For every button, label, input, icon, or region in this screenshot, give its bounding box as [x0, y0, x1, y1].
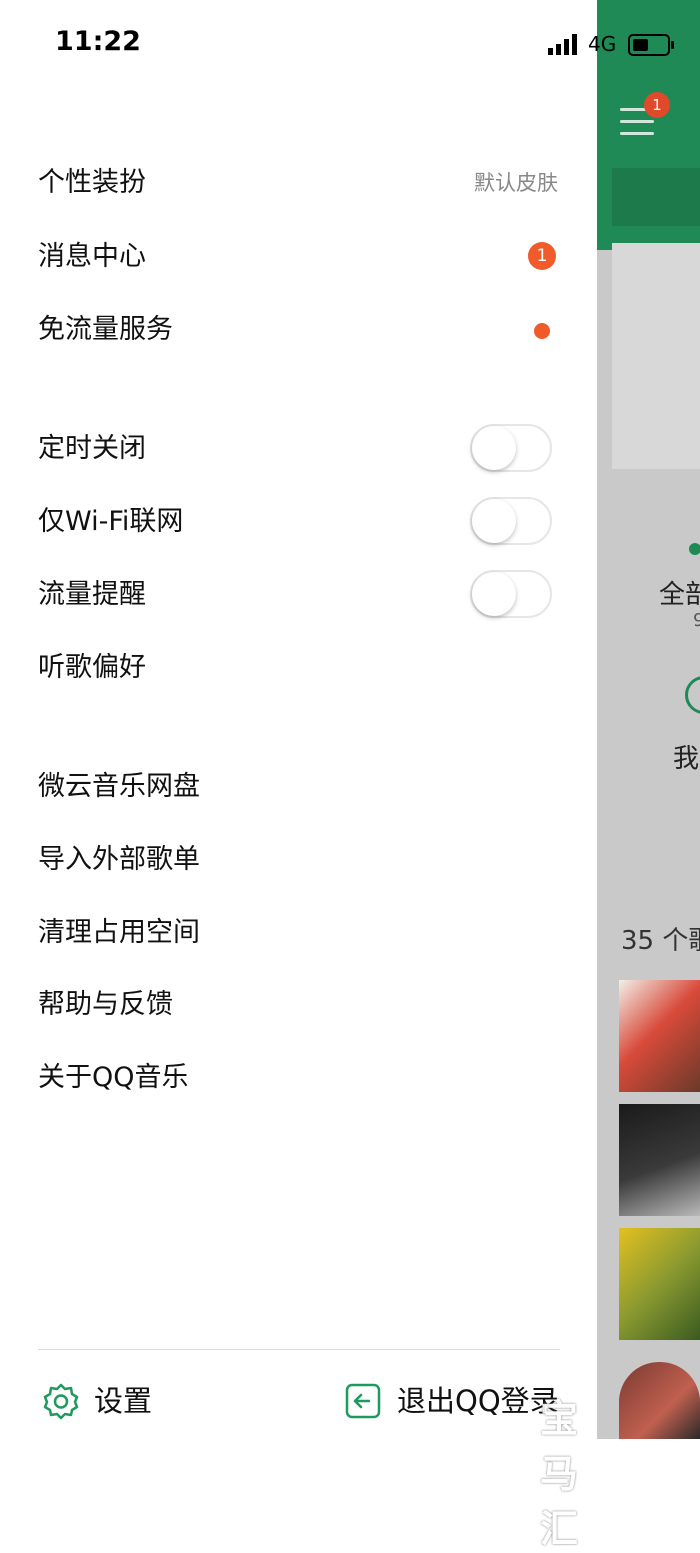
toggle-knob — [472, 426, 516, 470]
all-songs-label[interactable]: 全部 — [659, 574, 700, 611]
side-drawer: 11:22 4G 个性装扮 默认皮肤 消息中心 1 免流量服务 定时关闭 仅Wi… — [0, 0, 674, 1551]
background-search-bar[interactable] — [612, 168, 700, 226]
watermark: 宝马汇 — [540, 1397, 583, 1551]
green-dot-icon — [689, 543, 700, 555]
red-dot-icon — [534, 323, 550, 339]
all-songs-count: 9 — [693, 610, 700, 631]
menu-item-label: 流量提醒 — [38, 579, 146, 610]
album-cover[interactable] — [619, 1362, 700, 1439]
menu-item-label: 个性装扮 — [38, 167, 146, 198]
menu-item-label: 免流量服务 — [38, 314, 173, 345]
skin-value: 默认皮肤 — [474, 171, 558, 195]
menu-item-listening-preference[interactable]: 听歌偏好 — [38, 643, 558, 693]
menu-item-label: 定时关闭 — [38, 433, 146, 464]
album-cover[interactable] — [619, 980, 700, 1092]
menu-item-sleep-timer[interactable]: 定时关闭 — [38, 424, 558, 474]
status-time: 11:22 — [55, 26, 141, 57]
menu-item-label: 导入外部歌单 — [38, 844, 200, 875]
menu-item-label: 仅Wi-Fi联网 — [38, 506, 184, 537]
heart-icon[interactable] — [685, 676, 700, 714]
menu-item-label: 清理占用空间 — [38, 917, 200, 948]
menu-item-about[interactable]: 关于QQ音乐 — [38, 1053, 558, 1103]
menu-item-clear-space[interactable]: 清理占用空间 — [38, 908, 558, 958]
menu-item-label: 消息中心 — [38, 241, 146, 272]
status-indicators: 4G — [548, 32, 698, 56]
menu-item-data-reminder[interactable]: 流量提醒 — [38, 570, 558, 620]
menu-item-messages[interactable]: 消息中心 1 — [38, 232, 558, 282]
logout-icon — [345, 1383, 381, 1419]
menu-badge: 1 — [644, 92, 670, 118]
my-label: 我 — [673, 744, 700, 774]
toggle-knob — [472, 572, 516, 616]
menu-item-import-playlist[interactable]: 导入外部歌单 — [38, 835, 558, 885]
menu-item-free-data[interactable]: 免流量服务 — [38, 305, 558, 355]
signal-icon — [548, 34, 577, 55]
wifi-only-toggle[interactable] — [470, 497, 552, 545]
settings-label: 设置 — [94, 1384, 153, 1418]
menu-item-wifi-only[interactable]: 仅Wi-Fi联网 — [38, 497, 558, 547]
battery-icon — [628, 34, 674, 56]
menu-item-label: 微云音乐网盘 — [38, 771, 200, 802]
background-app: 1 全部 9 我 35 个歌 — [597, 0, 700, 1439]
menu-item-weiyun[interactable]: 微云音乐网盘 — [38, 762, 558, 812]
menu-item-label: 听歌偏好 — [38, 652, 146, 683]
gear-icon — [43, 1383, 79, 1420]
menu-item-skin[interactable]: 个性装扮 默认皮肤 — [38, 158, 558, 208]
background-card — [612, 243, 700, 469]
sleep-timer-toggle[interactable] — [470, 424, 552, 472]
logout-label: 退出QQ登录 — [397, 1384, 559, 1418]
menu-item-label: 关于QQ音乐 — [38, 1062, 189, 1093]
message-badge: 1 — [528, 242, 556, 270]
songs-count-text: 35 个歌 — [621, 926, 700, 956]
menu-item-label: 帮助与反馈 — [38, 989, 173, 1020]
menu-item-help-feedback[interactable]: 帮助与反馈 — [38, 980, 558, 1030]
album-cover[interactable] — [619, 1104, 700, 1216]
toggle-knob — [472, 499, 516, 543]
album-cover[interactable] — [619, 1228, 700, 1340]
data-reminder-toggle[interactable] — [470, 570, 552, 618]
network-type: 4G — [588, 32, 617, 56]
divider — [38, 1349, 560, 1350]
